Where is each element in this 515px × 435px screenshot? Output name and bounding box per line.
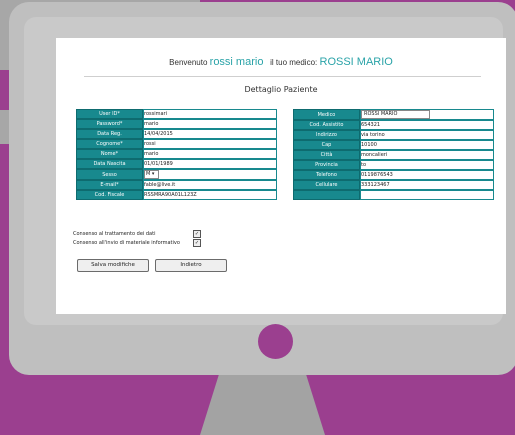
field-citta[interactable]: moncalieri (360, 150, 494, 160)
field-empty (360, 190, 494, 200)
table-row: Data Reg. 14/04/2015 (76, 129, 277, 139)
table-row: E-mail* fable@live.it (76, 180, 277, 190)
label-user-id: User ID* (76, 109, 143, 119)
table-row: User ID* rossimari (76, 109, 277, 119)
welcome-header: Benvenuto rossi mario il tuo medico: ROS… (56, 56, 506, 68)
field-data-reg: 14/04/2015 (143, 129, 277, 139)
table-row: Medico ROSSI MARIO (293, 109, 494, 120)
field-email[interactable]: fable@live.it (143, 180, 277, 190)
label-cod-fiscale: Cod. Fiscale (76, 190, 143, 200)
table-row: Cognome* rossi (76, 139, 277, 149)
label-sesso: Sesso (76, 169, 143, 180)
table-row: Cod. Assistito 654321 (293, 120, 494, 130)
table-row: Cellulare 333123467 (293, 180, 494, 190)
label-nome: Nome* (76, 149, 143, 159)
consent-trattamento: Consenso al trattamento dei dati ✓ (73, 230, 201, 238)
field-provincia[interactable]: to (360, 160, 494, 170)
table-row: Cap 10100 (293, 140, 494, 150)
field-user-id[interactable]: rossimari (143, 109, 277, 119)
label-data-nascita: Data Nascita (76, 159, 143, 169)
patient-right-table: Medico ROSSI MARIO Cod. Assistito 654321 I… (293, 109, 494, 200)
label-empty (293, 190, 360, 200)
field-indirizzo[interactable]: via torino (360, 130, 494, 140)
medico-label: il tuo medico: (270, 58, 318, 67)
label-data-reg: Data Reg. (76, 129, 143, 139)
field-data-nascita[interactable]: 01/01/1989 (143, 159, 277, 169)
monitor-bezel: Benvenuto rossi mario il tuo medico: ROS… (24, 17, 506, 325)
label-cellulare: Cellulare (293, 180, 360, 190)
chevron-down-icon: ▾ (151, 171, 155, 177)
field-cap[interactable]: 10100 (360, 140, 494, 150)
label-medico: Medico (293, 109, 360, 120)
label-password: Password* (76, 119, 143, 129)
label-cap: Cap (293, 140, 360, 150)
screen: Benvenuto rossi mario il tuo medico: ROS… (56, 38, 506, 314)
header-divider (84, 76, 481, 77)
label-indirizzo: Indirizzo (293, 130, 360, 140)
consent-trattamento-checkbox[interactable]: ✓ (193, 230, 201, 238)
sesso-value: M (146, 171, 151, 177)
label-cognome: Cognome* (76, 139, 143, 149)
consent-invio-checkbox[interactable]: ✓ (193, 239, 201, 247)
monitor-frame: Benvenuto rossi mario il tuo medico: ROS… (9, 2, 515, 375)
patient-left-table: User ID* rossimari Password* mario Data Re… (76, 109, 277, 200)
table-row: Cod. Fiscale RSSMRA90A01L123Z (76, 190, 277, 200)
field-password[interactable]: mario (143, 119, 277, 129)
label-citta: Città (293, 150, 360, 160)
save-button[interactable]: Salva modifiche (77, 259, 149, 272)
table-row: Indirizzo via torino (293, 130, 494, 140)
table-row: Nome* mario (76, 149, 277, 159)
consent-trattamento-label: Consenso al trattamento dei dati (73, 231, 156, 237)
field-medico-cell: ROSSI MARIO (360, 109, 494, 120)
field-cod-fiscale[interactable]: RSSMRA90A01L123Z (143, 190, 277, 200)
field-cellulare[interactable]: 333123467 (360, 180, 494, 190)
label-email: E-mail* (76, 180, 143, 190)
medico-name: ROSSI MARIO (319, 56, 393, 68)
field-cognome[interactable]: rossi (143, 139, 277, 149)
table-row: Provincia to (293, 160, 494, 170)
power-button (258, 324, 293, 359)
consent-invio-label: Consenso all'invio di materiale informat… (73, 240, 180, 246)
user-name: rossi mario (209, 56, 264, 68)
monitor-stand (200, 375, 325, 435)
table-row: Città moncalieri (293, 150, 494, 160)
welcome-text: Benvenuto (169, 58, 208, 67)
label-telefono: Telefono (293, 170, 360, 180)
label-provincia: Provincia (293, 160, 360, 170)
field-cod-assistito[interactable]: 654321 (360, 120, 494, 130)
sesso-select[interactable]: M ▾ (144, 170, 159, 179)
consent-invio: Consenso all'invio di materiale informat… (73, 239, 201, 247)
back-button[interactable]: Indietro (155, 259, 227, 272)
medico-input[interactable]: ROSSI MARIO (361, 110, 430, 119)
table-row: Data Nascita 01/01/1989 (76, 159, 277, 169)
field-sesso-cell: M ▾ (143, 169, 277, 180)
table-row: Password* mario (76, 119, 277, 129)
label-cod-assistito: Cod. Assistito (293, 120, 360, 130)
table-row (293, 190, 494, 200)
table-row: Sesso M ▾ (76, 169, 277, 180)
page-title: Dettaglio Paziente (244, 85, 318, 94)
field-nome[interactable]: mario (143, 149, 277, 159)
field-telefono[interactable]: 0119876543 (360, 170, 494, 180)
table-row: Telefono 0119876543 (293, 170, 494, 180)
